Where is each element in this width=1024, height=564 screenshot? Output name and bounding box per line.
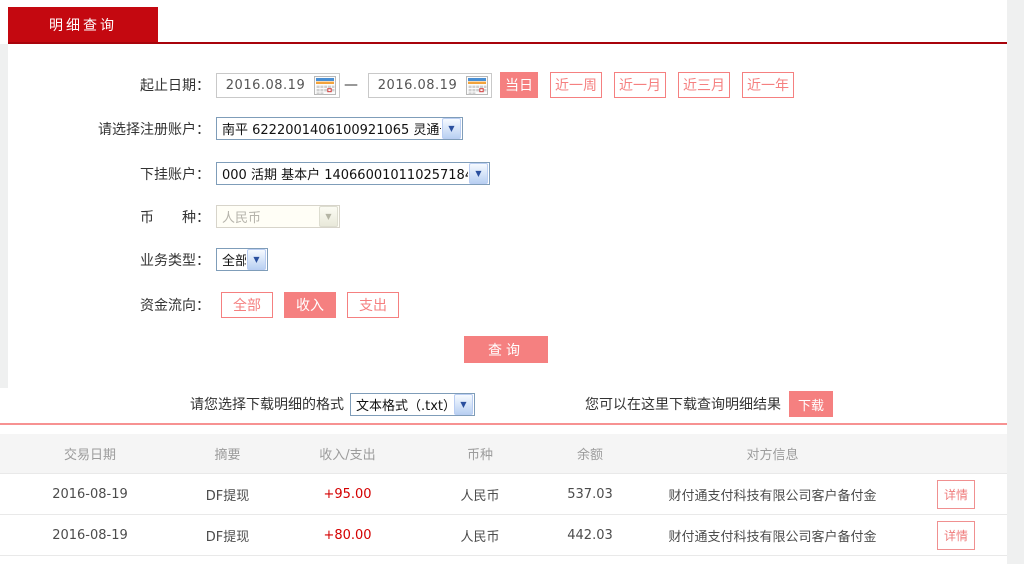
currency-label: 币 种： — [140, 209, 210, 226]
end-date-value: 2016.08.19 — [377, 77, 458, 93]
business-type-select[interactable]: 全部 ▼ — [216, 248, 268, 271]
register-account-select[interactable]: 南平 6222001406100921065 灵通卡 ▼ — [216, 117, 463, 140]
fund-flow-expense-button[interactable]: 支出 — [347, 292, 399, 318]
download-format-value: 文本格式（.txt） — [356, 398, 453, 414]
calendar-icon[interactable] — [314, 75, 336, 95]
cell-summary: DF提现 — [205, 529, 250, 545]
register-account-row: 请选择注册账户： 南平 6222001406100921065 灵通卡 ▼ — [0, 117, 463, 140]
download-format-label: 请您选择下载明细的格式 — [190, 397, 344, 413]
quick-range-year-button[interactable]: 近一年 — [742, 72, 794, 98]
header-income-expense: 收入/支出 — [319, 448, 376, 463]
download-format-select[interactable]: 文本格式（.txt） ▼ — [350, 392, 475, 416]
start-date-value: 2016.08.19 — [225, 77, 306, 93]
table-row: 2016-08-19 DF提现 +95.00 人民币 537.03 财付通支付科… — [0, 474, 1007, 515]
header-summary: 摘要 — [214, 448, 241, 463]
header-currency: 币种 — [466, 448, 493, 463]
download-hint: 您可以在这里下载查询明细结果 — [585, 397, 781, 413]
fund-flow-option-label: 全部 — [233, 298, 261, 314]
fund-flow-label: 资金流向： — [140, 298, 210, 314]
quick-range-week-button[interactable]: 近一周 — [550, 72, 602, 98]
business-type-value: 全部 — [222, 254, 246, 269]
quick-range-label: 近一周 — [555, 78, 597, 94]
chevron-down-icon: ▼ — [319, 206, 338, 227]
section-divider — [0, 423, 1007, 425]
date-range-row: 起止日期： 2016.08.19 — 2016.08.19 当日 近一周 近一月… — [0, 72, 794, 98]
cell-balance: 442.03 — [567, 527, 613, 543]
table-row: 2016-08-19 DF提现 +80.00 人民币 442.03 财付通支付科… — [0, 515, 1007, 556]
query-button[interactable]: 查询 — [464, 336, 548, 363]
fund-flow-all-button[interactable]: 全部 — [221, 292, 273, 318]
start-date-input[interactable]: 2016.08.19 — [216, 72, 340, 98]
chevron-down-icon[interactable]: ▼ — [442, 118, 461, 139]
cell-counterparty: 财付通支付科技有限公司客户备付金 — [668, 488, 877, 504]
tab-divider — [8, 42, 1007, 44]
chevron-down-icon[interactable]: ▼ — [247, 249, 266, 270]
business-type-label: 业务类型： — [140, 252, 210, 269]
table-header-row: 交易日期 摘要 收入/支出 币种 余额 对方信息 — [0, 434, 1007, 474]
fund-flow-income-button[interactable]: 收入 — [284, 292, 336, 318]
cell-summary: DF提现 — [205, 488, 250, 504]
chevron-down-icon[interactable]: ▼ — [469, 163, 488, 184]
quick-range-label: 当日 — [505, 78, 533, 94]
detail-button[interactable]: 详情 — [936, 479, 975, 509]
currency-value: 人民币 — [222, 211, 262, 226]
cell-amount: +95.00 — [323, 486, 372, 502]
date-range-separator: — — [344, 77, 358, 93]
chevron-down-icon[interactable]: ▼ — [454, 393, 473, 415]
register-account-label: 请选择注册账户： — [98, 121, 210, 138]
quick-range-label: 近三月 — [683, 78, 725, 94]
tab-detail-query[interactable]: 明细查询 — [8, 7, 158, 42]
results-table: 交易日期 摘要 收入/支出 币种 余额 对方信息 2016-08-19 DF提现… — [0, 434, 1007, 556]
cell-balance: 537.03 — [567, 486, 613, 502]
calendar-icon[interactable] — [466, 75, 488, 95]
currency-select: 人民币 ▼ — [216, 205, 340, 228]
sub-account-value: 000 活期 基本户 1406600101102571848 — [222, 168, 468, 183]
quick-range-today-button[interactable]: 当日 — [500, 72, 538, 98]
header-counterparty: 对方信息 — [746, 448, 799, 463]
quick-range-label: 近一年 — [747, 78, 789, 94]
date-range-label: 起止日期： — [140, 78, 210, 94]
cell-currency: 人民币 — [460, 529, 500, 545]
end-date-input[interactable]: 2016.08.19 — [368, 72, 492, 98]
cell-trade-date: 2016-08-19 — [52, 527, 128, 543]
cell-currency: 人民币 — [460, 488, 500, 504]
fund-flow-row: 资金流向： 全部 收入 支出 — [0, 292, 399, 318]
quick-range-month-button[interactable]: 近一月 — [614, 72, 666, 98]
cell-trade-date: 2016-08-19 — [52, 486, 128, 502]
register-account-value: 南平 6222001406100921065 灵通卡 — [222, 123, 441, 138]
quick-range-quarter-button[interactable]: 近三月 — [678, 72, 730, 98]
download-button-label: 下载 — [797, 398, 824, 414]
cell-amount: +80.00 — [323, 527, 372, 543]
currency-row: 币 种： 人民币 ▼ — [0, 205, 340, 228]
sub-account-row: 下挂账户： 000 活期 基本户 1406600101102571848 ▼ — [0, 162, 490, 185]
download-button[interactable]: 下载 — [789, 391, 833, 417]
fund-flow-option-label: 支出 — [359, 298, 387, 314]
header-trade-date: 交易日期 — [63, 448, 116, 463]
download-row: 请您选择下载明细的格式 文本格式（.txt） ▼ 您可以在这里下载查询明细结果 … — [190, 391, 833, 417]
header-balance: 余额 — [576, 448, 603, 463]
detail-button[interactable]: 详情 — [936, 520, 975, 550]
sub-account-label: 下挂账户： — [140, 166, 210, 183]
query-button-label: 查询 — [488, 342, 524, 359]
business-type-row: 业务类型： 全部 ▼ — [0, 248, 268, 271]
cell-counterparty: 财付通支付科技有限公司客户备付金 — [668, 529, 877, 545]
fund-flow-option-label: 收入 — [296, 298, 324, 314]
tab-label: 明细查询 — [49, 17, 117, 34]
quick-range-label: 近一月 — [619, 78, 661, 94]
sub-account-select[interactable]: 000 活期 基本户 1406600101102571848 ▼ — [216, 162, 490, 185]
